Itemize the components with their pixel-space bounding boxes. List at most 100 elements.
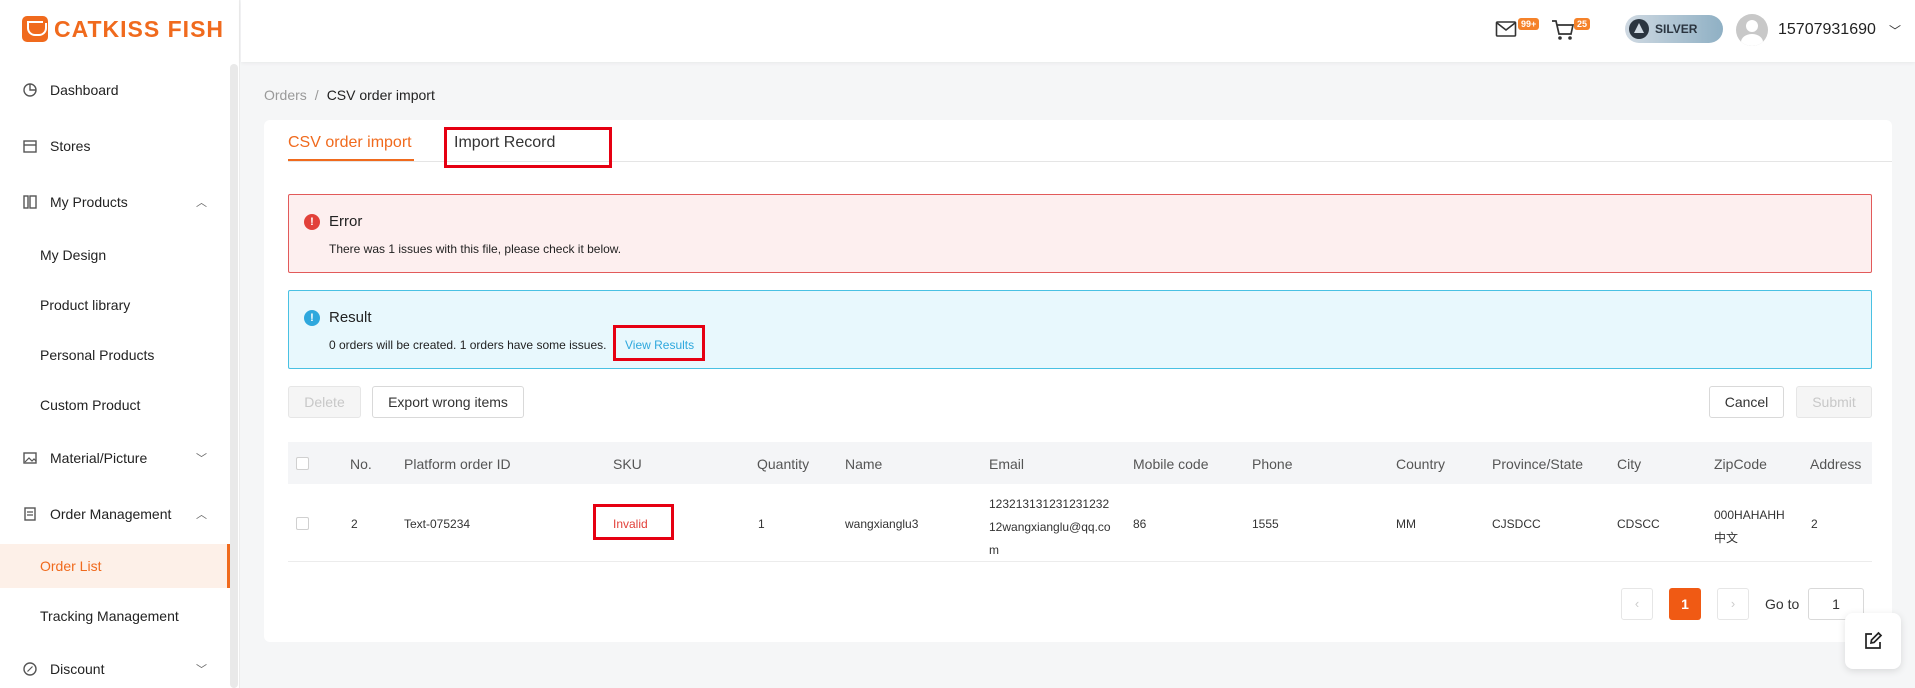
breadcrumb: Orders / CSV order import (264, 87, 435, 103)
cart-badge: 25 (1574, 18, 1591, 30)
mail-icon[interactable] (1495, 20, 1517, 44)
sidebar-item-label: Tracking Management (40, 608, 179, 624)
sidebar-item-label: Material/Picture (50, 450, 148, 466)
error-alert-message: There was 1 issues with this file, pleas… (329, 242, 622, 256)
sidebar: CATKISS FISH Dashboard Stores My Product… (0, 0, 240, 688)
avatar[interactable] (1736, 14, 1768, 46)
discount-icon (22, 661, 38, 677)
cell-platform-order-id: Text-075234 (404, 517, 471, 531)
column-header: City (1617, 456, 1642, 472)
highlight-box-import-record (444, 127, 612, 168)
sidebar-item-label: My Products (50, 194, 128, 210)
sidebar-item-my-design[interactable]: My Design (0, 233, 230, 277)
cart-icon[interactable] (1551, 19, 1575, 47)
column-header: Quantity (757, 456, 810, 472)
cell-email: 123213131231231232 12wangxianglu@qq.co m (989, 493, 1111, 562)
cell-province: CJSDCC (1492, 517, 1541, 531)
sidebar-item-order-list[interactable]: Order List (0, 544, 230, 588)
cell-address: 2 (1811, 517, 1818, 531)
zip-line: 中文 (1714, 531, 1739, 545)
sidebar-item-label: Stores (50, 138, 91, 154)
breadcrumb-separator: / (314, 87, 319, 103)
sidebar-item-label: Custom Product (40, 397, 141, 413)
chevron-up-icon: ︿ (196, 197, 207, 209)
table-row: 2 Text-075234 Invalid 1 wangxianglu3 123… (288, 484, 1872, 562)
column-header: Platform order ID (404, 456, 511, 472)
store-icon (22, 138, 38, 154)
sidebar-item-label: Dashboard (50, 82, 119, 98)
cell-zipcode: 000HAHAHH 中文 (1714, 504, 1785, 550)
error-icon: ! (304, 214, 320, 230)
cell-name: wangxianglu3 (845, 517, 919, 531)
cancel-button[interactable]: Cancel (1709, 386, 1784, 418)
sidebar-item-discount[interactable]: Discount ﹀ (0, 647, 230, 688)
cell-no: 2 (351, 517, 358, 531)
next-page-button[interactable]: › (1717, 588, 1749, 620)
sidebar-item-personal-products[interactable]: Personal Products (0, 333, 230, 377)
error-alert: ! Error There was 1 issues with this fil… (288, 194, 1872, 273)
cell-country: MM (1396, 517, 1416, 531)
column-header: Email (989, 456, 1025, 472)
column-header: Mobile code (1133, 456, 1209, 472)
result-alert-title: Result (329, 309, 372, 326)
breadcrumb-current: CSV order import (326, 87, 435, 103)
top-header: 99+ 25 SILVER 15707931690 ﹀ (241, 0, 1915, 62)
tab-csv-order-import[interactable]: CSV order import (288, 134, 412, 152)
tier-icon (1629, 19, 1649, 39)
sidebar-item-my-products[interactable]: My Products ︿ (0, 180, 230, 224)
chevron-up-icon: ︿ (196, 509, 207, 521)
sidebar-item-stores[interactable]: Stores (0, 124, 230, 168)
result-alert: ! Result 0 orders will be created. 1 ord… (288, 290, 1872, 369)
select-all-checkbox[interactable] (296, 457, 309, 470)
chevron-down-icon: ﹀ (196, 664, 207, 676)
picture-icon (22, 450, 38, 466)
sidebar-item-tracking-management[interactable]: Tracking Management (0, 594, 230, 638)
user-name[interactable]: 15707931690 (1778, 21, 1876, 39)
email-line: 123213131231231232 (989, 497, 1110, 511)
clipboard-icon (22, 506, 38, 522)
column-header: Province/State (1492, 456, 1584, 472)
sidebar-item-product-library[interactable]: Product library (0, 283, 230, 327)
chevron-down-icon[interactable]: ﹀ (1889, 22, 1901, 39)
column-header: Country (1396, 456, 1446, 472)
breadcrumb-orders[interactable]: Orders (264, 87, 307, 103)
sidebar-item-label: Order List (40, 558, 102, 574)
sidebar-item-order-management[interactable]: Order Management ︿ (0, 492, 230, 536)
delete-button[interactable]: Delete (288, 386, 361, 418)
column-header: Name (845, 456, 883, 472)
email-line: m (989, 543, 999, 557)
products-icon (22, 194, 38, 210)
sidebar-scrollbar[interactable] (230, 64, 238, 688)
highlight-box-invalid-sku (593, 504, 674, 540)
sidebar-item-label: Order Management (50, 506, 172, 522)
prev-page-button[interactable]: ‹ (1621, 588, 1653, 620)
sidebar-item-label: My Design (40, 247, 107, 263)
pie-chart-icon (22, 82, 38, 98)
membership-tier-badge[interactable]: SILVER (1625, 15, 1723, 43)
highlight-box-view-results (613, 325, 705, 361)
cell-quantity: 1 (758, 517, 765, 531)
tier-label: SILVER (1655, 22, 1698, 36)
column-header: ZipCode (1714, 456, 1767, 472)
email-line: 12wangxianglu@qq.co (989, 520, 1111, 534)
mail-badge: 99+ (1518, 18, 1540, 30)
brand-logo[interactable]: CATKISS FISH (22, 14, 224, 44)
goto-label: Go to (1765, 596, 1800, 612)
sidebar-item-dashboard[interactable]: Dashboard (0, 68, 230, 112)
export-wrong-items-button[interactable]: Export wrong items (372, 386, 524, 418)
page-1-button[interactable]: 1 (1669, 588, 1701, 620)
row-checkbox[interactable] (296, 517, 309, 530)
sidebar-item-material-picture[interactable]: Material/Picture ﹀ (0, 436, 230, 480)
sidebar-item-custom-product[interactable]: Custom Product (0, 383, 230, 427)
sidebar-item-label: Discount (50, 661, 105, 677)
error-alert-title: Error (329, 213, 363, 230)
column-header: No. (350, 456, 372, 472)
feedback-float-button[interactable] (1845, 613, 1901, 669)
submit-button[interactable]: Submit (1796, 386, 1872, 418)
zip-line: 000HAHAHH (1714, 508, 1785, 522)
column-header: SKU (613, 456, 642, 472)
cell-city: CDSCC (1617, 517, 1660, 531)
cell-phone: 1555 (1252, 517, 1279, 531)
brand-name: CATKISS FISH (54, 15, 225, 42)
table-header: No. Platform order ID SKU Quantity Name … (288, 442, 1872, 484)
